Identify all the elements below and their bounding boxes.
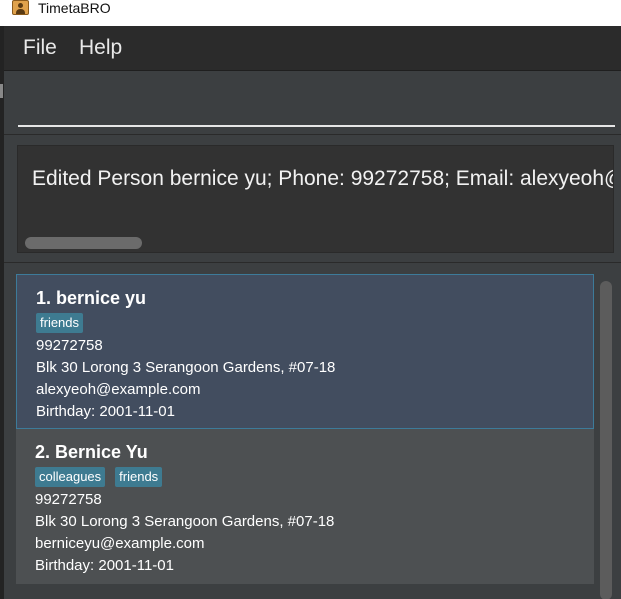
command-box-area: [4, 71, 621, 134]
window-title: TimetaBRO: [38, 0, 111, 16]
address-book-icon: [12, 0, 29, 15]
person-card[interactable]: 2. Bernice Yu colleagues friends 9927275…: [16, 429, 594, 584]
app-window: TimetaBRO File Help Edited Person bernic…: [0, 0, 621, 599]
person-phone: 99272758: [35, 491, 102, 508]
person-birthday: Birthday: 2001-11-01: [36, 403, 175, 420]
person-name: 2. Bernice Yu: [35, 442, 148, 462]
person-email: alexyeoh@example.com: [36, 381, 201, 398]
tag-label: friends: [36, 313, 84, 333]
result-display[interactable]: Edited Person bernice yu; Phone: 9927275…: [17, 145, 614, 253]
menu-file[interactable]: File: [23, 36, 57, 60]
tag-label: colleagues: [35, 467, 106, 487]
person-email: berniceyu@example.com: [35, 535, 205, 552]
result-text: Edited Person bernice yu; Phone: 9927275…: [32, 167, 613, 190]
person-phone: 99272758: [36, 337, 103, 354]
result-display-area: Edited Person bernice yu; Phone: 9927275…: [4, 134, 621, 261]
command-input[interactable]: [18, 79, 615, 127]
person-list: 1. bernice yu friends 99272758 Blk 30 Lo…: [16, 274, 594, 599]
list-scroll-thumb[interactable]: [600, 281, 612, 599]
person-birthday: Birthday: 2001-11-01: [35, 557, 174, 574]
menu-help[interactable]: Help: [79, 36, 122, 60]
person-tags: friends: [36, 313, 84, 333]
title-bar: TimetaBRO: [0, 0, 621, 26]
person-list-area: 1. bernice yu friends 99272758 Blk 30 Lo…: [4, 262, 621, 599]
result-horizontal-scrollbar[interactable]: [25, 237, 142, 249]
person-name: 1. bernice yu: [36, 288, 147, 308]
menu-bar: File Help: [4, 26, 621, 71]
person-address: Blk 30 Lorong 3 Serangoon Gardens, #07-1…: [36, 359, 336, 376]
person-card[interactable]: 1. bernice yu friends 99272758 Blk 30 Lo…: [16, 274, 594, 429]
tag-label: friends: [115, 467, 163, 487]
person-tags: colleagues friends: [35, 467, 163, 487]
list-vertical-scrollbar[interactable]: [600, 281, 612, 599]
person-address: Blk 30 Lorong 3 Serangoon Gardens, #07-1…: [35, 513, 335, 530]
